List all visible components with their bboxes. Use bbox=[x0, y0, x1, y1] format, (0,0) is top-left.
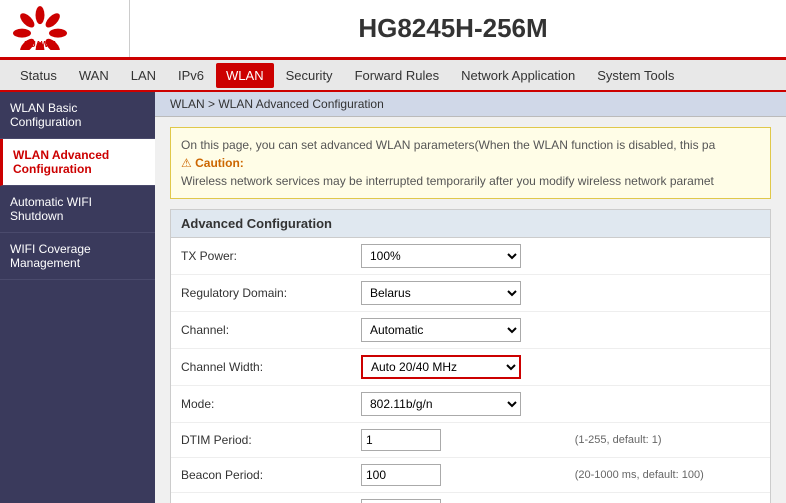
field-input-beacon[interactable] bbox=[351, 458, 565, 493]
field-input-tx-power[interactable]: 100%75%50%25% bbox=[351, 238, 565, 275]
sidebar-item-wlan-advanced[interactable]: WLAN Advanced Configuration bbox=[0, 139, 155, 186]
table-row: Regulatory Domain: Belarus bbox=[171, 275, 770, 312]
field-label-rts: RTS Threshold: bbox=[171, 493, 351, 503]
sidebar-item-wifi-coverage[interactable]: WIFI Coverage Management bbox=[0, 233, 155, 280]
field-input-channel-width[interactable]: Auto 20/40 MHz20 MHz40 MHz bbox=[351, 349, 565, 386]
content-area: WLAN > WLAN Advanced Configuration On th… bbox=[155, 92, 786, 503]
table-row: TX Power: 100%75%50%25% bbox=[171, 238, 770, 275]
top-nav: Status WAN LAN IPv6 WLAN Security Forwar… bbox=[0, 60, 786, 92]
field-hint-channel bbox=[565, 312, 770, 349]
nav-security[interactable]: Security bbox=[276, 63, 343, 88]
config-section-title: Advanced Configuration bbox=[171, 210, 770, 238]
field-label-dtim: DTIM Period: bbox=[171, 423, 351, 458]
logo-area: HUAWEI bbox=[10, 0, 130, 57]
page-title-area: HG8245H-256M bbox=[130, 13, 776, 44]
table-row: Channel Width: Auto 20/40 MHz20 MHz40 MH… bbox=[171, 349, 770, 386]
nav-wan[interactable]: WAN bbox=[69, 63, 119, 88]
svg-text:HUAWEI: HUAWEI bbox=[24, 40, 55, 49]
field-hint-reg-domain bbox=[565, 275, 770, 312]
config-table: TX Power: 100%75%50%25% Regulatory Domai… bbox=[171, 238, 770, 503]
field-label-mode: Mode: bbox=[171, 386, 351, 423]
field-label-reg-domain: Regulatory Domain: bbox=[171, 275, 351, 312]
sidebar: WLAN Basic Configuration WLAN Advanced C… bbox=[0, 92, 155, 503]
caution-icon: ⚠ bbox=[181, 156, 192, 170]
field-input-mode[interactable]: 802.11b/g/n802.11b/g802.11n bbox=[351, 386, 565, 423]
field-input-reg-domain[interactable]: Belarus bbox=[351, 275, 565, 312]
table-row: Beacon Period: (20-1000 ms, default: 100… bbox=[171, 458, 770, 493]
mode-select[interactable]: 802.11b/g/n802.11b/g802.11n bbox=[361, 392, 521, 416]
config-section: Advanced Configuration TX Power: 100%75%… bbox=[170, 209, 771, 503]
field-hint-channel-width bbox=[565, 349, 770, 386]
field-label-beacon: Beacon Period: bbox=[171, 458, 351, 493]
field-input-channel[interactable]: Automatic123 bbox=[351, 312, 565, 349]
table-row: Mode: 802.11b/g/n802.11b/g802.11n bbox=[171, 386, 770, 423]
field-input-dtim[interactable] bbox=[351, 423, 565, 458]
field-hint-dtim: (1-255, default: 1) bbox=[565, 423, 770, 458]
field-label-channel-width: Channel Width: bbox=[171, 349, 351, 386]
beacon-input[interactable] bbox=[361, 464, 441, 486]
table-row: DTIM Period: (1-255, default: 1) bbox=[171, 423, 770, 458]
reg-domain-select[interactable]: Belarus bbox=[361, 281, 521, 305]
table-row: Channel: Automatic123 bbox=[171, 312, 770, 349]
nav-status[interactable]: Status bbox=[10, 63, 67, 88]
caution-line: ⚠ Caution: bbox=[181, 154, 760, 172]
rts-input[interactable] bbox=[361, 499, 441, 503]
nav-lan[interactable]: LAN bbox=[121, 63, 166, 88]
field-label-channel: Channel: bbox=[171, 312, 351, 349]
field-input-rts[interactable] bbox=[351, 493, 565, 503]
channel-width-select[interactable]: Auto 20/40 MHz20 MHz40 MHz bbox=[361, 355, 521, 379]
breadcrumb: WLAN > WLAN Advanced Configuration bbox=[155, 92, 786, 117]
nav-forward-rules[interactable]: Forward Rules bbox=[345, 63, 450, 88]
nav-system-tools[interactable]: System Tools bbox=[587, 63, 684, 88]
huawei-logo: HUAWEI bbox=[10, 5, 70, 53]
info-main-text: On this page, you can set advanced WLAN … bbox=[181, 136, 760, 154]
tx-power-select[interactable]: 100%75%50%25% bbox=[361, 244, 521, 268]
sidebar-item-wlan-basic[interactable]: WLAN Basic Configuration bbox=[0, 92, 155, 139]
caution-text: Wireless network services may be interru… bbox=[181, 172, 760, 190]
channel-select[interactable]: Automatic123 bbox=[361, 318, 521, 342]
field-hint-tx-power bbox=[565, 238, 770, 275]
nav-ipv6[interactable]: IPv6 bbox=[168, 63, 214, 88]
field-label-tx-power: TX Power: bbox=[171, 238, 351, 275]
header: HUAWEI HG8245H-256M bbox=[0, 0, 786, 60]
nav-wlan[interactable]: WLAN bbox=[216, 63, 274, 88]
sidebar-item-auto-wifi-shutdown[interactable]: Automatic WIFI Shutdown bbox=[0, 186, 155, 233]
device-title: HG8245H-256M bbox=[130, 13, 776, 44]
field-hint-rts: (1-2346 bytes, default: 2346) bbox=[565, 493, 770, 503]
main-layout: WLAN Basic Configuration WLAN Advanced C… bbox=[0, 92, 786, 503]
dtim-input[interactable] bbox=[361, 429, 441, 451]
field-hint-beacon: (20-1000 ms, default: 100) bbox=[565, 458, 770, 493]
table-row: RTS Threshold: (1-2346 bytes, default: 2… bbox=[171, 493, 770, 503]
info-box: On this page, you can set advanced WLAN … bbox=[170, 127, 771, 199]
caution-label: Caution: bbox=[195, 156, 244, 170]
field-hint-mode bbox=[565, 386, 770, 423]
nav-network-application[interactable]: Network Application bbox=[451, 63, 585, 88]
